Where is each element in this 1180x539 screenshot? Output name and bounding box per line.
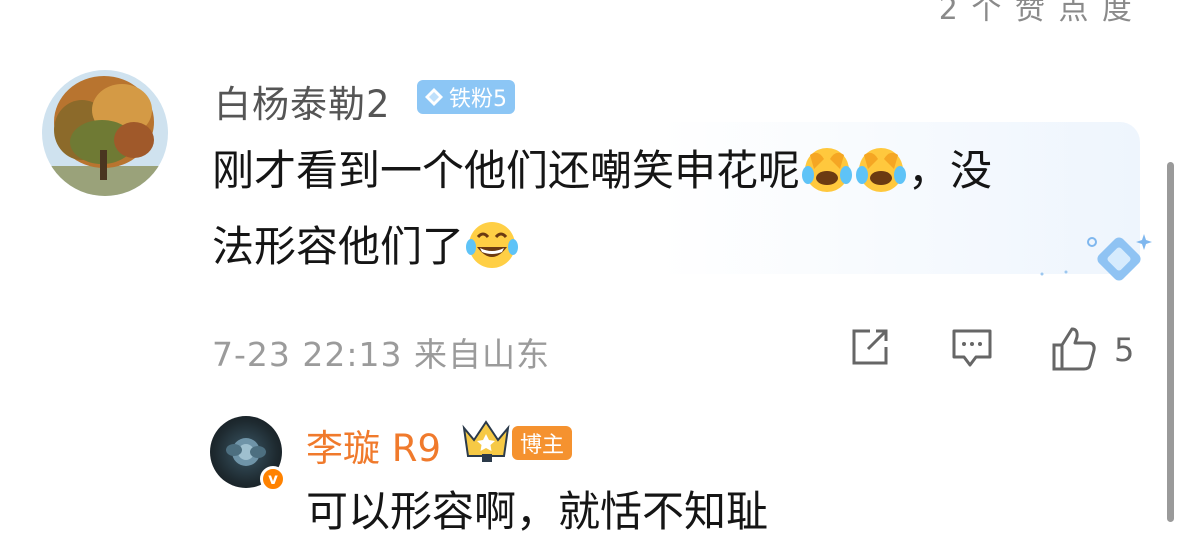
like-count: 5 — [1114, 331, 1135, 369]
comment-text-line1: 刚才看到一个他们还嘲笑申花呢 — [212, 146, 801, 195]
laughing-emoji-icon — [464, 219, 520, 290]
avatar[interactable] — [42, 70, 168, 196]
fan-badge-label: 铁粉5 — [449, 87, 507, 112]
like-icon[interactable] — [1050, 325, 1098, 373]
verified-v-icon: v — [260, 466, 286, 492]
comment-username[interactable]: 白杨泰勒2 — [214, 74, 391, 128]
comment-text-comma: ，没 — [908, 146, 993, 195]
comment-time: 7-23 22:13 — [212, 335, 403, 374]
crown-icon — [462, 420, 510, 462]
blogger-badge[interactable]: 博主 — [512, 426, 573, 460]
comment-meta: 7-23 22:13 来自山东 — [212, 328, 550, 376]
comment-icon[interactable] — [950, 325, 994, 371]
laugh-cry-emoji-icon — [800, 145, 854, 214]
comment-text-line2: 法形容他们了 — [212, 222, 465, 271]
top-cut-text: 2 个 赞 点 度 — [938, 0, 1134, 27]
fan-badge[interactable]: 铁粉5 — [417, 80, 515, 114]
comment-location: 来自山东 — [414, 335, 550, 374]
comment-text: 刚才看到一个他们还嘲笑申花呢 ，没 法形容他们了 — [212, 138, 1112, 290]
tree-avatar-image — [42, 70, 168, 196]
share-icon[interactable] — [848, 325, 892, 369]
reply-username[interactable]: 李璇 R9 — [306, 418, 441, 472]
diamond-icon — [425, 88, 443, 106]
scrollbar[interactable] — [1167, 162, 1174, 522]
laugh-cry-emoji-icon — [854, 145, 908, 214]
